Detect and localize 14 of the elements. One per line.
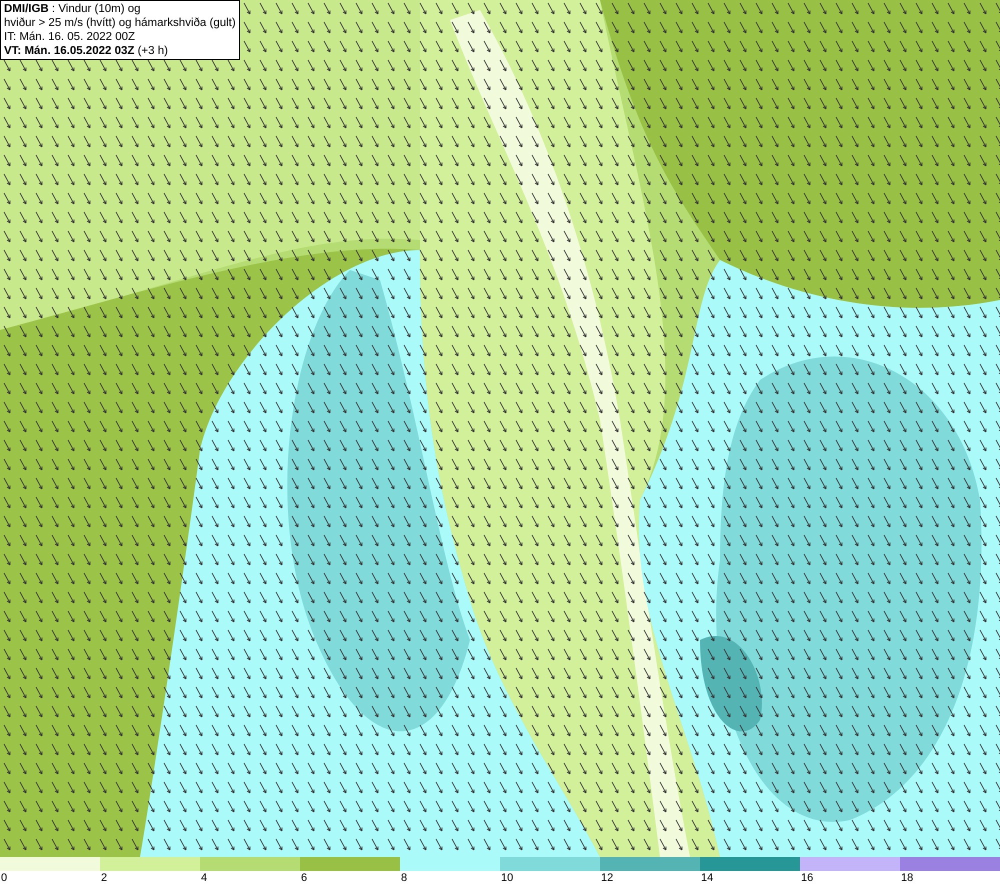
- legend-label: 6: [300, 871, 308, 885]
- legend-label: 14: [700, 871, 714, 885]
- header-line: VT: Mán. 16.05.2022 03Z (+3 h): [4, 44, 169, 58]
- legend-label: 18: [900, 871, 914, 885]
- legend-label: 2: [100, 871, 108, 885]
- header-line: IT: Mán. 16. 05. 2022 00Z: [4, 30, 136, 44]
- header-line: hviður > 25 m/s (hvítt) og hámarkshviða (gult): [4, 16, 236, 30]
- legend-label: 12: [600, 871, 614, 885]
- header-line: DMI/IGB : Vindur (10m) og: [4, 2, 142, 16]
- legend-label: 8: [400, 871, 408, 885]
- legend-label: 10: [500, 871, 514, 885]
- legend-label: 0: [0, 871, 8, 885]
- legend-label: 4: [200, 871, 208, 885]
- legend-label: 16: [800, 871, 814, 885]
